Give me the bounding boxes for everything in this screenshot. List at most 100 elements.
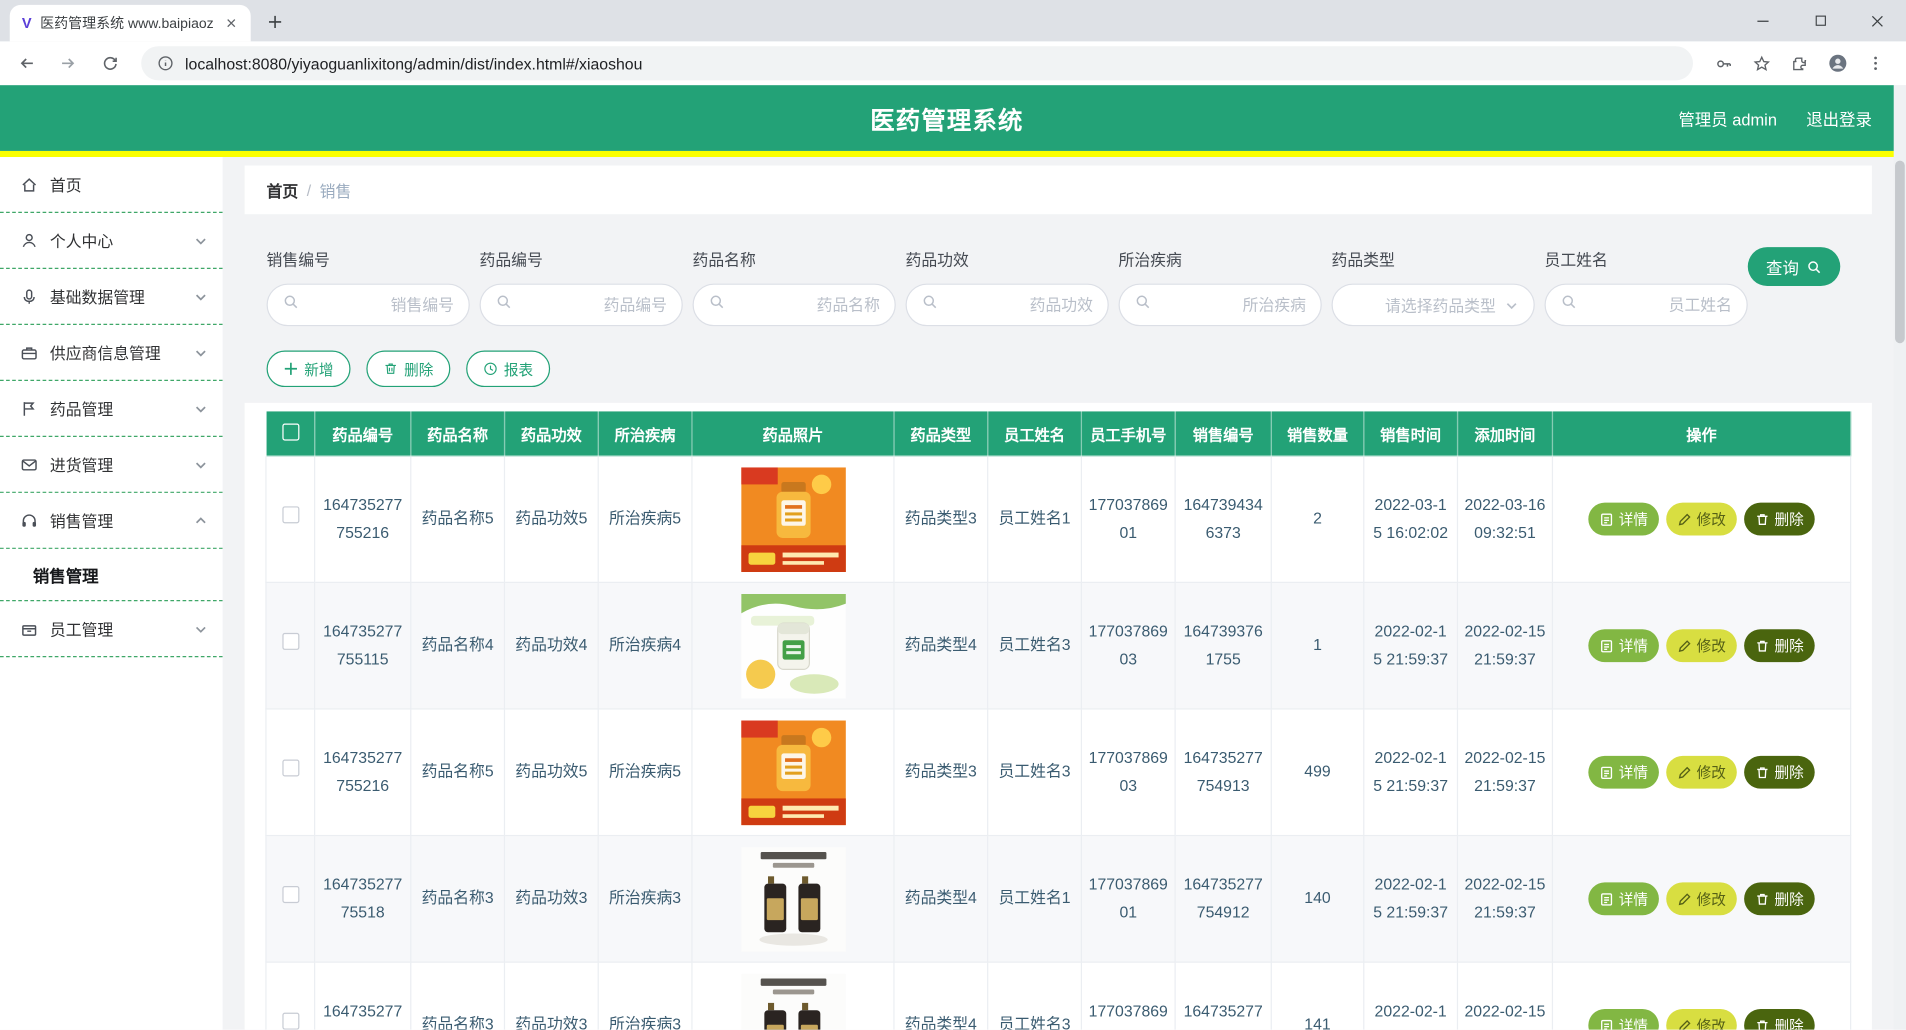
sidebar-subitem[interactable]: 销售管理 xyxy=(0,549,223,601)
browser-tab[interactable]: V 医药管理系统 www.baipiaozh xyxy=(10,5,251,42)
menu-dots-icon[interactable] xyxy=(1859,47,1892,80)
orange-vitamin-bottle[interactable] xyxy=(741,720,846,825)
filter-field-0 xyxy=(267,284,470,327)
edit-button[interactable]: 修改 xyxy=(1666,882,1737,915)
cell-add_time: 2022-02-15 21:59:37 xyxy=(1457,582,1552,709)
back-button[interactable] xyxy=(10,46,44,80)
table-row: 16473527775518药品名称3药品功效3所治疾病3药品类型4员工姓名31… xyxy=(266,962,1851,1030)
report-button[interactable]: 报表 xyxy=(466,351,550,388)
delete-button[interactable]: 删除 xyxy=(1744,629,1815,662)
browser-toolbar: localhost:8080/yiyaoguanlixitong/admin/d… xyxy=(0,41,1906,85)
logout-link[interactable]: 退出登录 xyxy=(1806,106,1872,130)
filter-input-1[interactable] xyxy=(512,296,667,314)
tab-close-icon[interactable] xyxy=(222,13,241,32)
detail-button[interactable]: 详情 xyxy=(1588,503,1659,536)
detail-button[interactable]: 详情 xyxy=(1588,629,1659,662)
cell-sale_time: 2022-02-15 21:59:37 xyxy=(1364,836,1458,963)
filter-label: 药品名称 xyxy=(693,247,896,269)
row-checkbox[interactable] xyxy=(282,507,299,524)
detail-button[interactable]: 详情 xyxy=(1588,1009,1659,1030)
row-checkbox[interactable] xyxy=(282,633,299,650)
cell-select xyxy=(266,836,315,963)
table-toolbar: 新增 删除 报表 xyxy=(267,351,1894,388)
window-maximize-button[interactable] xyxy=(1792,0,1849,41)
filter-input-3[interactable] xyxy=(938,296,1093,314)
orange-vitamin-bottle[interactable] xyxy=(741,467,846,572)
column-header: 销售时间 xyxy=(1364,411,1458,456)
delete-button[interactable]: 删除 xyxy=(1744,756,1815,789)
password-key-icon[interactable] xyxy=(1708,47,1741,80)
search-button[interactable]: 查询 xyxy=(1748,247,1841,286)
address-bar[interactable]: localhost:8080/yiyaoguanlixitong/admin/d… xyxy=(141,46,1693,80)
detail-button[interactable]: 详情 xyxy=(1588,756,1659,789)
delete-button[interactable]: 删除 xyxy=(1744,1009,1815,1030)
edit-button[interactable]: 修改 xyxy=(1666,756,1737,789)
cell-select xyxy=(266,962,315,1030)
add-button[interactable]: 新增 xyxy=(267,351,351,388)
select-all-checkbox[interactable] xyxy=(282,423,299,440)
dark-bottles[interactable] xyxy=(741,847,846,952)
edit-button[interactable]: 修改 xyxy=(1666,503,1737,536)
cell-actions: 详情修改删除 xyxy=(1552,582,1850,709)
sidebar-item-7[interactable]: 员工管理 xyxy=(0,601,223,657)
cell-qty: 140 xyxy=(1271,836,1364,963)
archive-icon xyxy=(19,619,38,638)
cell-effect: 药品功效5 xyxy=(504,456,598,583)
sidebar-item-6[interactable]: 销售管理 xyxy=(0,493,223,549)
cell-employee: 员工姓名3 xyxy=(988,582,1082,709)
filter-area: 销售编号药品编号药品名称药品功效所治疾病药品类型请选择药品类型员工姓名 查询 xyxy=(267,247,1841,326)
filter-input-2[interactable] xyxy=(725,296,880,314)
column-header: 员工手机号 xyxy=(1081,411,1175,456)
edit-button[interactable]: 修改 xyxy=(1666,1009,1737,1030)
cell-employee: 员工姓名3 xyxy=(988,709,1082,836)
window-close-button[interactable] xyxy=(1849,0,1906,41)
new-tab-button[interactable] xyxy=(259,6,291,38)
filter-input-0[interactable] xyxy=(299,296,454,314)
table-row: 164735277755115药品名称4药品功效4所治疾病4药品类型4员工姓名3… xyxy=(266,582,1851,709)
bookmark-star-icon[interactable] xyxy=(1745,47,1778,80)
scrollbar-thumb[interactable] xyxy=(1895,161,1905,344)
refresh-button[interactable] xyxy=(93,46,127,80)
sidebar-item-3[interactable]: 供应商信息管理 xyxy=(0,325,223,381)
cell-drug_no: 16473527775518 xyxy=(315,962,411,1030)
filter-input-6[interactable] xyxy=(1577,296,1732,314)
bulk-delete-button[interactable]: 删除 xyxy=(366,351,450,388)
page-scrollbar[interactable] xyxy=(1894,85,1906,1029)
row-checkbox[interactable] xyxy=(282,760,299,777)
sidebar-item-5[interactable]: 进货管理 xyxy=(0,437,223,493)
cell-phone: 17703786903 xyxy=(1081,709,1175,836)
cell-sale_no: 1647393761755 xyxy=(1175,582,1271,709)
filter-select-5[interactable]: 请选择药品类型 xyxy=(1332,284,1535,327)
sidebar-item-0[interactable]: 首页 xyxy=(0,157,223,213)
cell-employee: 员工姓名1 xyxy=(988,456,1082,583)
white-vitamin-jar[interactable] xyxy=(741,593,846,698)
search-icon xyxy=(1134,293,1151,316)
extensions-icon[interactable] xyxy=(1783,47,1816,80)
row-checkbox[interactable] xyxy=(282,887,299,904)
window-minimize-button[interactable] xyxy=(1734,0,1791,41)
delete-button[interactable]: 删除 xyxy=(1744,503,1815,536)
breadcrumb-home[interactable]: 首页 xyxy=(267,178,299,201)
cell-sale_no: 164735277754911 xyxy=(1175,962,1271,1030)
filter-label: 药品编号 xyxy=(480,247,683,269)
cell-qty: 1 xyxy=(1271,582,1364,709)
sidebar-item-4[interactable]: 药品管理 xyxy=(0,381,223,437)
cell-sale_no: 164735277754913 xyxy=(1175,709,1271,836)
sidebar-item-1[interactable]: 个人中心 xyxy=(0,213,223,269)
search-icon xyxy=(1560,293,1577,316)
row-checkbox[interactable] xyxy=(282,1013,299,1029)
cell-type: 药品类型4 xyxy=(894,836,988,963)
filter-input-4[interactable] xyxy=(1151,296,1306,314)
delete-button[interactable]: 删除 xyxy=(1744,882,1815,915)
cell-add_time: 2022-02-15 21:59:37 xyxy=(1457,836,1552,963)
detail-button[interactable]: 详情 xyxy=(1588,882,1659,915)
filter-field-1 xyxy=(480,284,683,327)
site-info-icon[interactable] xyxy=(157,55,174,72)
table-row: 16473527775518药品名称3药品功效3所治疾病3药品类型4员工姓名11… xyxy=(266,836,1851,963)
sidebar-item-2[interactable]: 基础数据管理 xyxy=(0,269,223,325)
profile-avatar[interactable] xyxy=(1821,47,1854,80)
dark-bottles[interactable] xyxy=(741,973,846,1030)
forward-button[interactable] xyxy=(51,46,85,80)
cell-actions: 详情修改删除 xyxy=(1552,962,1850,1030)
edit-button[interactable]: 修改 xyxy=(1666,629,1737,662)
